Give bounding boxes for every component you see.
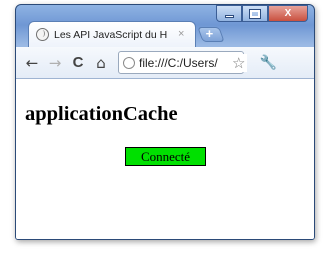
tab-strip: Les API JavaScript du H × + X bbox=[16, 5, 314, 47]
close-button[interactable]: X bbox=[268, 5, 308, 22]
page-content: applicationCache Connecté bbox=[16, 79, 314, 239]
plus-icon: + bbox=[205, 26, 214, 41]
back-button[interactable]: ← bbox=[22, 52, 42, 74]
maximize-icon bbox=[249, 8, 261, 19]
tab-close-icon[interactable]: × bbox=[178, 29, 184, 40]
status-badge: Connecté bbox=[125, 147, 206, 166]
page-title: applicationCache bbox=[25, 103, 178, 125]
close-icon: X bbox=[284, 8, 292, 19]
forward-button[interactable]: → bbox=[45, 52, 65, 74]
minimize-button[interactable] bbox=[216, 5, 242, 22]
tab-active[interactable]: Les API JavaScript du H × bbox=[28, 21, 196, 47]
url-text: file:///C:/Users/ bbox=[139, 55, 218, 70]
reload-button[interactable]: C bbox=[68, 52, 88, 74]
browser-window: Les API JavaScript du H × + X ← → C ⌂ fi… bbox=[15, 4, 315, 240]
window-controls: X bbox=[216, 5, 308, 22]
favicon-icon bbox=[36, 28, 49, 41]
toolbar: ← → C ⌂ file:///C:/Users/ ☆ 🔧 bbox=[16, 47, 314, 79]
address-bar[interactable]: file:///C:/Users/ bbox=[118, 51, 244, 74]
bookmark-star-icon[interactable]: ☆ bbox=[230, 53, 248, 72]
tab-title: Les API JavaScript du H bbox=[54, 28, 168, 41]
new-tab-button[interactable]: + bbox=[197, 26, 225, 42]
minimize-icon bbox=[224, 14, 234, 18]
wrench-icon[interactable]: 🔧 bbox=[259, 55, 276, 71]
page-icon bbox=[123, 56, 135, 69]
home-button[interactable]: ⌂ bbox=[91, 52, 111, 74]
maximize-button[interactable] bbox=[242, 5, 268, 22]
